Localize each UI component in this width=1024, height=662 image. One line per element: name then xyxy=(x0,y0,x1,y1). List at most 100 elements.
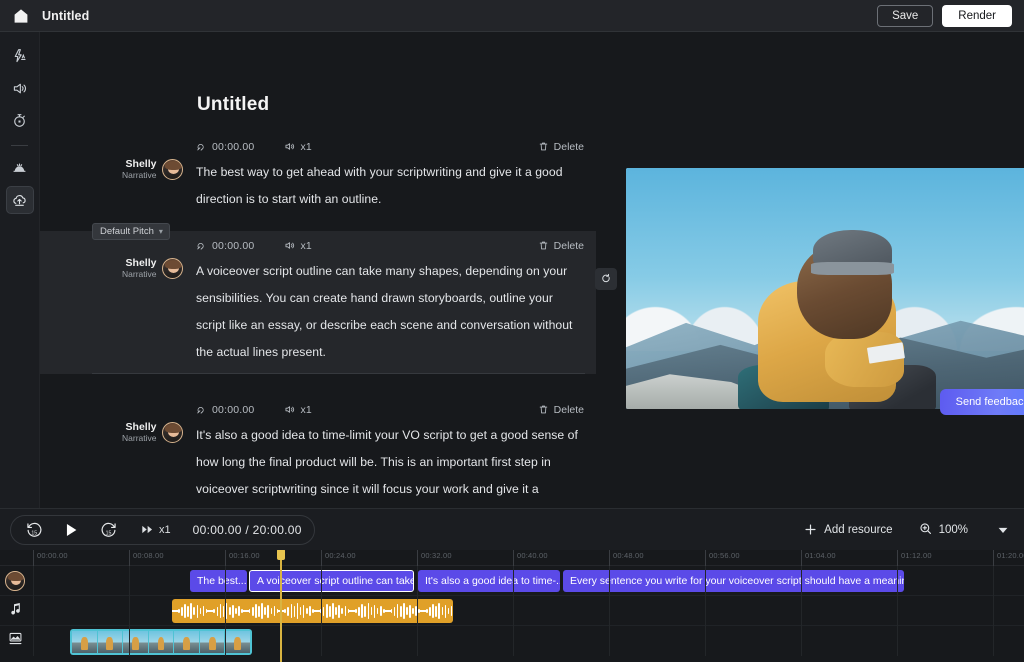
cloud-upload-icon[interactable] xyxy=(6,186,34,214)
waveform-bar xyxy=(300,607,302,615)
waveform-group xyxy=(320,603,349,619)
block-time: 00:00.00 xyxy=(212,240,254,252)
timeline-ruler[interactable]: 00:00.0000:08.0000:16.0000:24.0000:32.00… xyxy=(0,550,1024,566)
playhead[interactable] xyxy=(280,550,282,662)
volume-control[interactable]: x1 xyxy=(284,141,312,153)
stopwatch-icon[interactable] xyxy=(6,106,34,134)
timeline-clip[interactable]: Every sentence you write for your voiceo… xyxy=(563,570,904,592)
timeline-clip[interactable]: It's also a good idea to time-... xyxy=(418,570,560,592)
waveform-bar xyxy=(341,608,343,614)
project-title: Untitled xyxy=(42,9,89,23)
script-column: Shelly Narrative xyxy=(40,132,596,508)
rewind-15-icon[interactable]: 15 xyxy=(17,517,51,543)
block-speed: x1 xyxy=(300,141,312,153)
speaker-name: Shelly xyxy=(122,421,156,433)
music-track[interactable] xyxy=(0,596,1024,626)
script-text[interactable]: A voiceover script outline can take many… xyxy=(196,258,584,366)
pause-marker[interactable]: 00:00.00 xyxy=(196,141,254,153)
waveform-bar xyxy=(335,607,337,615)
timeline-gridline xyxy=(993,566,994,656)
speaker-icon[interactable] xyxy=(6,74,34,102)
preview-beanie-brim xyxy=(811,262,894,275)
voice-track-header[interactable] xyxy=(0,566,30,596)
media-track-lane[interactable] xyxy=(0,626,1024,656)
ruler-tick: 01:04.00 xyxy=(801,550,836,566)
pause-marker[interactable]: 00:00.00 xyxy=(196,240,254,252)
waveform-bar xyxy=(358,607,360,616)
waveform-bar xyxy=(193,607,195,615)
script-block[interactable]: Shelly Narrative xyxy=(40,132,596,221)
pause-marker[interactable]: 00:00.00 xyxy=(196,404,254,416)
home-icon[interactable] xyxy=(12,7,30,25)
zoom-control[interactable]: 100% xyxy=(919,522,968,538)
ruler-tick: 00:00.00 xyxy=(33,550,68,566)
forward-15-icon[interactable]: 15 xyxy=(91,517,125,543)
play-button[interactable] xyxy=(51,517,91,543)
waveform-bar xyxy=(238,606,240,616)
timeline-tracks: The best...A voiceover script outline ca… xyxy=(0,566,1024,656)
add-resource-label: Add resource xyxy=(824,524,892,536)
media-track-header[interactable] xyxy=(0,626,30,656)
waveform-bar xyxy=(400,606,402,617)
music-icon[interactable] xyxy=(6,154,34,182)
waveform-bar xyxy=(226,603,228,619)
waveform-bar xyxy=(284,609,286,613)
waveform-bar xyxy=(391,609,393,613)
save-button[interactable]: Save xyxy=(877,5,933,27)
waveform-bar xyxy=(264,607,266,615)
ruler-tick: 00:56.00 xyxy=(705,550,740,566)
timeline-clip[interactable] xyxy=(172,599,453,623)
waveform-bar xyxy=(412,608,414,614)
delete-button[interactable]: Delete xyxy=(538,141,584,153)
waveform-bar xyxy=(303,605,305,618)
volume-control[interactable]: x1 xyxy=(284,404,312,416)
preview-image[interactable] xyxy=(626,168,1024,409)
pitch-dropdown[interactable]: Default Pitch ▾ xyxy=(92,223,170,240)
send-feedback-button[interactable]: Send feedback xyxy=(940,389,1024,415)
waveform-group xyxy=(178,603,207,619)
script-text[interactable]: The best way to get ahead with your scri… xyxy=(196,159,584,213)
waveform-bar xyxy=(345,606,347,616)
left-rail xyxy=(0,32,40,508)
ruler-tick: 00:32.00 xyxy=(417,550,452,566)
waveform-bar xyxy=(323,607,325,616)
delete-button[interactable]: Delete xyxy=(538,240,584,252)
media-track[interactable] xyxy=(0,626,1024,656)
waveform-bar xyxy=(371,607,373,615)
add-resource-button[interactable]: Add resource xyxy=(804,523,892,536)
waveform-bar xyxy=(190,603,192,619)
block-meta: 00:00.00 x1 xyxy=(196,237,584,254)
speaker-role: Narrative xyxy=(122,171,156,181)
script-block[interactable]: Default Pitch ▾ Shelly Narrative xyxy=(40,231,596,374)
loop-icon[interactable] xyxy=(595,268,617,290)
playback-controls: 15 15 x1 00:00.00 / 20:00.00 xyxy=(10,515,315,545)
waveform-bar xyxy=(380,606,382,616)
chevron-down-icon[interactable] xyxy=(996,523,1010,537)
waveform-bar xyxy=(197,605,199,618)
voice-track-lane[interactable]: The best...A voiceover script outline ca… xyxy=(0,566,1024,595)
editor-area: Untitled Shelly Narrative xyxy=(40,32,1024,508)
delete-label: Delete xyxy=(554,240,584,252)
top-bar: Untitled Save Render xyxy=(0,0,1024,32)
music-track-header[interactable] xyxy=(0,596,30,626)
playback-speed[interactable]: x1 xyxy=(141,523,171,536)
script-block[interactable]: Shelly Narrative xyxy=(40,395,596,508)
timeline[interactable]: 00:00.0000:08.0000:16.0000:24.0000:32.00… xyxy=(0,550,1024,662)
music-track-lane[interactable] xyxy=(0,596,1024,625)
waveform-bar xyxy=(374,605,376,618)
render-button[interactable]: Render xyxy=(942,5,1012,27)
timeline-clip[interactable]: The best... xyxy=(190,570,247,592)
volume-control[interactable]: x1 xyxy=(284,240,312,252)
waveform-bar xyxy=(397,604,399,618)
voice-track[interactable]: The best...A voiceover script outline ca… xyxy=(0,566,1024,596)
playhead-knob[interactable] xyxy=(277,550,285,560)
waveform-group xyxy=(249,603,278,619)
waveform-bar xyxy=(442,607,444,615)
ruler-tick: 00:40.00 xyxy=(513,550,548,566)
block-time: 00:00.00 xyxy=(212,141,254,153)
waveform-bar xyxy=(403,603,405,619)
script-text[interactable]: It's also a good idea to time-limit your… xyxy=(196,422,584,508)
delete-button[interactable]: Delete xyxy=(538,404,584,416)
magic-text-icon[interactable] xyxy=(6,42,34,70)
timeline-clip[interactable]: A voiceover script outline can take... xyxy=(249,570,414,592)
